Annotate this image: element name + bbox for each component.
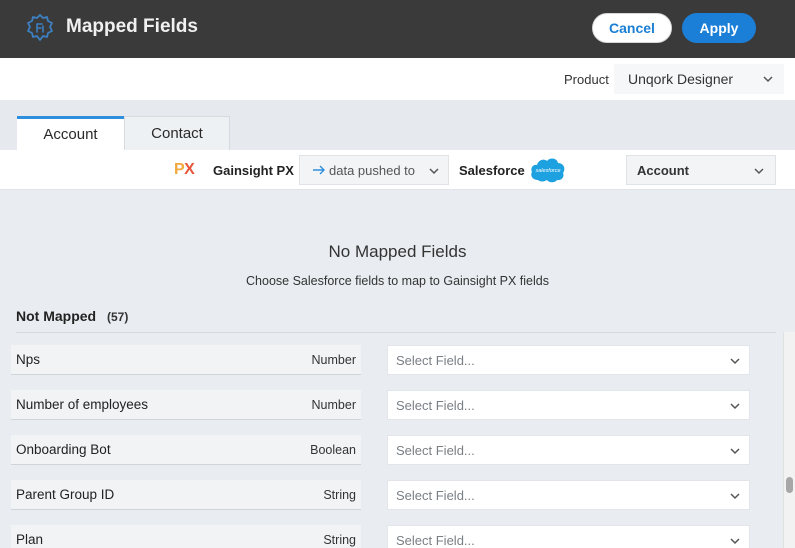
field-type: String — [323, 488, 356, 502]
field-name-cell: Plan String — [11, 525, 361, 548]
salesforce-cloud-icon: salesforce — [531, 158, 565, 183]
tab-account[interactable]: Account — [17, 116, 124, 150]
chevron-down-icon — [429, 168, 439, 175]
scrollbar-track[interactable] — [783, 332, 795, 548]
apply-button[interactable]: Apply — [682, 13, 756, 43]
field-name: Onboarding Bot — [16, 442, 111, 457]
field-name-cell: Number of employees Number — [11, 390, 361, 420]
list-item: Onboarding Bot Boolean Select Field... — [0, 435, 780, 465]
field-name-cell: Nps Number — [11, 345, 361, 375]
chevron-down-icon — [730, 403, 740, 410]
field-select[interactable]: Select Field... — [387, 525, 750, 548]
field-name: Plan — [16, 532, 44, 547]
chevron-down-icon — [730, 358, 740, 365]
header-bar: Mapped Fields Cancel Apply — [0, 0, 795, 58]
field-name: Number of employees — [16, 397, 149, 412]
page-title: Mapped Fields — [66, 16, 198, 37]
list-item: Parent Group ID String Select Field... — [0, 480, 780, 510]
field-name: Nps — [16, 352, 41, 367]
object-select[interactable]: Account — [626, 155, 776, 185]
field-type: Boolean — [310, 443, 356, 457]
chevron-down-icon — [754, 168, 764, 175]
tab-bar: Account Contact — [0, 100, 795, 150]
chevron-down-icon — [763, 76, 773, 83]
chevron-down-icon — [730, 538, 740, 545]
not-mapped-count: (57) — [107, 310, 129, 324]
arrow-right-icon — [313, 165, 325, 175]
target-name: Salesforce — [459, 163, 525, 178]
px-logo-x: X — [184, 161, 195, 178]
field-select-placeholder: Select Field... — [396, 488, 475, 503]
direction-select[interactable]: data pushed to — [299, 155, 449, 185]
product-bar: Product Unqork Designer — [0, 58, 795, 100]
salesforce-cloud-text: salesforce — [535, 168, 560, 174]
product-select[interactable]: Unqork Designer — [614, 64, 784, 94]
field-name: Parent Group ID — [16, 487, 115, 502]
chevron-down-icon — [730, 493, 740, 500]
list-item: Number of employees Number Select Field.… — [0, 390, 780, 420]
empty-state-title: No Mapped Fields — [328, 242, 467, 261]
field-select-placeholder: Select Field... — [396, 443, 475, 458]
px-logo-text: P — [174, 161, 185, 178]
product-label: Product — [564, 72, 609, 87]
field-select[interactable]: Select Field... — [387, 390, 750, 420]
direction-select-value: data pushed to — [329, 163, 416, 178]
field-select-placeholder: Select Field... — [396, 353, 475, 368]
gainsight-px-logo: PX — [174, 161, 195, 179]
empty-state-subtitle: Choose Salesforce fields to map to Gains… — [246, 274, 549, 288]
tab-contact[interactable]: Contact — [124, 116, 230, 150]
chevron-down-icon — [730, 448, 740, 455]
mapping-bar: PX Gainsight PX data pushed to Salesforc… — [0, 150, 795, 190]
scrollbar-thumb[interactable] — [786, 477, 793, 493]
product-select-value: Unqork Designer — [628, 71, 734, 87]
cancel-button[interactable]: Cancel — [592, 13, 672, 43]
field-type: String — [323, 533, 356, 547]
field-type: Number — [311, 398, 356, 412]
source-name: Gainsight PX — [213, 163, 294, 178]
list-item: Plan String Select Field... — [0, 525, 780, 548]
field-name-cell: Onboarding Bot Boolean — [11, 435, 361, 465]
gear-icon — [27, 14, 53, 41]
list-item: Nps Number Select Field... — [0, 345, 780, 375]
field-name-cell: Parent Group ID String — [11, 480, 361, 510]
field-type: Number — [311, 353, 356, 367]
field-select[interactable]: Select Field... — [387, 435, 750, 465]
field-select-placeholder: Select Field... — [396, 533, 475, 548]
field-select[interactable]: Select Field... — [387, 480, 750, 510]
field-select-placeholder: Select Field... — [396, 398, 475, 413]
object-select-value: Account — [637, 163, 689, 178]
field-select[interactable]: Select Field... — [387, 345, 750, 375]
not-mapped-title: Not Mapped — [16, 308, 97, 324]
section-divider — [16, 332, 776, 333]
